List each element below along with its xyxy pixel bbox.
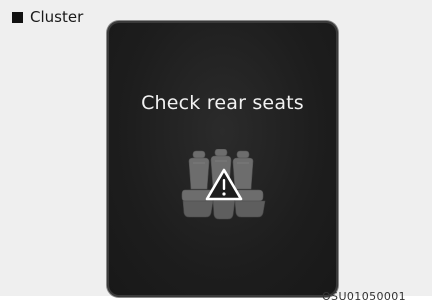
rear-seat-warning-icon <box>181 149 266 220</box>
illustration-panel: Cluster Check rear seats OSU01050001 <box>0 0 432 303</box>
section-header: Cluster <box>12 10 83 25</box>
square-bullet-icon <box>12 12 23 23</box>
display-message: Check rear seats <box>141 92 304 114</box>
reference-code: OSU01050001 <box>322 290 407 303</box>
section-title: Cluster <box>30 8 84 26</box>
cluster-display: Check rear seats <box>107 21 338 297</box>
